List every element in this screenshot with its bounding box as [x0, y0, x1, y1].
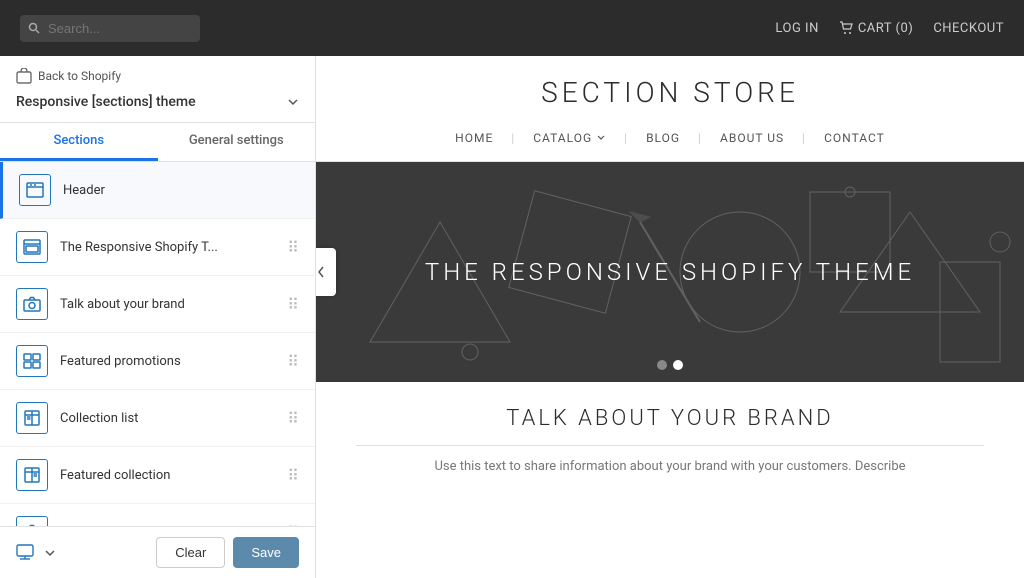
sidebar-item-responsive-theme[interactable]: The Responsive Shopify T... ⠿: [0, 219, 315, 276]
sidebar-footer: Clear Save: [0, 526, 315, 578]
responsive-theme-label: The Responsive Shopify T...: [60, 240, 275, 255]
talk-brand-label: Talk about your brand: [60, 297, 275, 312]
featured-promotions-label: Featured promotions: [60, 354, 275, 369]
chevron-down-icon: [287, 96, 299, 108]
search-input[interactable]: [20, 15, 200, 42]
sidebar-item-featured-collection[interactable]: Featured collection ⠿: [0, 447, 315, 504]
camera-icon: [16, 288, 48, 320]
topbar-right: LOG IN CART (0) CHECKOUT: [775, 21, 1004, 36]
main-wrap: Back to Shopify Responsive [sections] th…: [0, 56, 1024, 578]
nav-about[interactable]: ABOUT US: [702, 125, 802, 151]
your-headline-label: Your Headline: [60, 525, 275, 527]
collection-list-label: Collection list: [60, 411, 275, 426]
store-nav: HOME | CATALOG | BLOG | ABOUT US | CONTA…: [316, 125, 1024, 151]
sidebar-item-collection-list[interactable]: Collection list ⠿: [0, 390, 315, 447]
featured-collection-label: Featured collection: [60, 468, 275, 483]
drag-handle[interactable]: ⠿: [287, 523, 299, 527]
sidebar-tabs: Sections General settings: [0, 123, 315, 162]
save-button[interactable]: Save: [233, 537, 299, 568]
footer-left: [16, 544, 56, 562]
store-site-header: SECTION STORE HOME | CATALOG | BLOG | AB…: [316, 56, 1024, 162]
hero-text: THE RESPONSIVE SHOPIFY THEME: [425, 258, 915, 286]
sidebar-item-featured-promotions[interactable]: Featured promotions ⠿: [0, 333, 315, 390]
monitor-icon[interactable]: [16, 544, 38, 562]
sidebar: Back to Shopify Responsive [sections] th…: [0, 56, 316, 578]
nav-catalog[interactable]: CATALOG: [515, 125, 624, 151]
store-topbar: LOG IN CART (0) CHECKOUT: [0, 0, 1024, 56]
sidebar-item-header[interactable]: Header: [0, 162, 315, 219]
camera2-icon: [16, 516, 48, 526]
catalog-chevron-icon: [596, 133, 606, 143]
hero-dot-2[interactable]: [673, 360, 683, 370]
shopify-icon: [16, 68, 32, 84]
brand-title: TALK ABOUT YOUR BRAND: [356, 406, 984, 431]
sidebar-header: Back to Shopify Responsive [sections] th…: [0, 56, 315, 123]
topbar-left: [20, 15, 200, 42]
hero-slider: THE RESPONSIVE SHOPIFY THEME: [316, 162, 1024, 382]
drag-handle[interactable]: ⠿: [287, 466, 299, 485]
grid-icon: [16, 345, 48, 377]
sidebar-item-talk-brand[interactable]: Talk about your brand ⠿: [0, 276, 315, 333]
brand-text: Use this text to share information about…: [356, 456, 984, 478]
drag-handle[interactable]: ⠿: [287, 238, 299, 257]
sidebar-item-your-headline[interactable]: Your Headline ⠿: [0, 504, 315, 526]
nav-blog[interactable]: BLOG: [628, 125, 698, 151]
drag-handle[interactable]: ⠿: [287, 295, 299, 314]
chevron-down-icon-footer: [44, 547, 56, 559]
nav-home[interactable]: HOME: [437, 125, 511, 151]
tab-general-settings[interactable]: General settings: [158, 123, 316, 161]
hero-icon: [16, 231, 48, 263]
checkout-link[interactable]: CHECKOUT: [933, 21, 1004, 36]
cart-link[interactable]: CART (0): [839, 21, 913, 36]
back-to-shopify[interactable]: Back to Shopify: [16, 68, 299, 84]
theme-selector[interactable]: Responsive [sections] theme: [16, 94, 299, 110]
tab-sections[interactable]: Sections: [0, 123, 158, 161]
search-wrap[interactable]: [20, 15, 200, 42]
footer-buttons: Clear Save: [156, 537, 299, 568]
drag-handle[interactable]: ⠿: [287, 352, 299, 371]
clear-button[interactable]: Clear: [156, 537, 225, 568]
header-label: Header: [63, 183, 299, 198]
hero-prev-arrow[interactable]: [316, 248, 336, 296]
book2-icon: [16, 459, 48, 491]
brand-divider: [356, 445, 984, 446]
book-icon: [16, 402, 48, 434]
sidebar-items: Header The Responsive Shopify T... ⠿: [0, 162, 315, 526]
store-content: SECTION STORE HOME | CATALOG | BLOG | AB…: [316, 56, 1024, 578]
nav-contact[interactable]: CONTACT: [806, 125, 903, 151]
store-title: SECTION STORE: [316, 76, 1024, 109]
header-icon: [19, 174, 51, 206]
brand-section: TALK ABOUT YOUR BRAND Use this text to s…: [316, 382, 1024, 494]
drag-handle[interactable]: ⠿: [287, 409, 299, 428]
hero-dots: [657, 360, 683, 370]
log-in-link[interactable]: LOG IN: [775, 21, 818, 36]
hero-dot-1[interactable]: [657, 360, 667, 370]
